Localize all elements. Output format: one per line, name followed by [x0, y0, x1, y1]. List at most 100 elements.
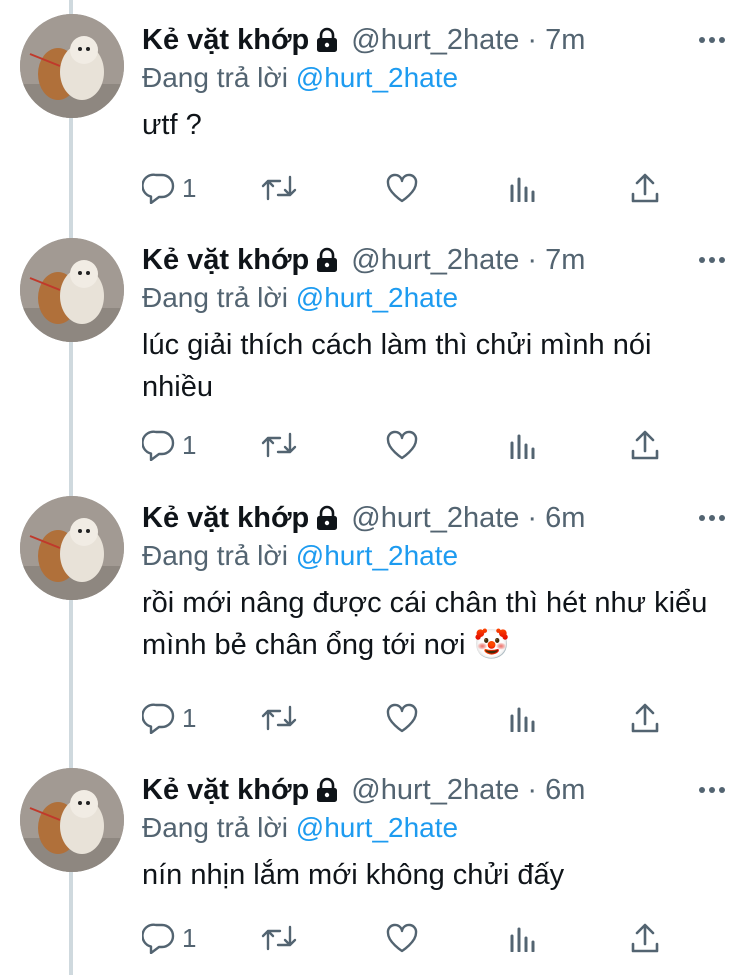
retweet-icon [260, 430, 298, 460]
share-button[interactable] [630, 425, 660, 465]
more-options-icon[interactable] [694, 24, 730, 56]
lock-icon [315, 27, 339, 53]
timestamp[interactable]: 7m [545, 244, 585, 277]
tweet[interactable]: Kẻ vặt khớp @hurt_2hate · 7m Đang trả lờ… [0, 0, 750, 225]
share-icon [630, 922, 660, 954]
replying-to-handle[interactable]: @hurt_2hate [296, 812, 458, 843]
replying-to-handle[interactable]: @hurt_2hate [296, 62, 458, 93]
reply-button[interactable]: 1 [142, 168, 196, 208]
avatar[interactable] [20, 496, 124, 600]
author-name[interactable]: Kẻ vặt khớp [142, 774, 309, 807]
action-bar: 1 [142, 168, 682, 208]
action-bar: 1 [142, 698, 682, 738]
replying-to-handle[interactable]: @hurt_2hate [296, 540, 458, 571]
separator: · [527, 773, 538, 806]
action-bar: 1 [142, 918, 682, 958]
heart-icon [385, 429, 419, 461]
analytics-button[interactable] [508, 168, 538, 208]
retweet-button[interactable] [260, 698, 298, 738]
timestamp[interactable]: 7m [545, 24, 585, 57]
author-name[interactable]: Kẻ vặt khớp [142, 502, 309, 535]
dog-photo [20, 14, 124, 118]
heart-icon [385, 922, 419, 954]
more-options-icon[interactable] [694, 244, 730, 276]
analytics-icon [508, 174, 538, 202]
avatar[interactable] [20, 238, 124, 342]
reply-button[interactable]: 1 [142, 425, 196, 465]
author-handle[interactable]: @hurt_2hate [351, 244, 519, 277]
like-button[interactable] [385, 698, 419, 738]
avatar[interactable] [20, 14, 124, 118]
replying-to: Đang trả lời @hurt_2hate [142, 62, 458, 94]
tweet-text: lúc giải thích cách làm thì chửi mình nó… [142, 329, 652, 403]
reply-count: 1 [182, 922, 197, 953]
avatar[interactable] [20, 768, 124, 872]
analytics-icon [508, 704, 538, 732]
reply-count: 1 [182, 702, 197, 733]
retweet-icon [260, 703, 298, 733]
dog-photo [20, 238, 124, 342]
tweet[interactable]: Kẻ vặt khớp @hurt_2hate · 7m Đang trả lờ… [0, 220, 750, 482]
heart-icon [385, 702, 419, 734]
retweet-icon [260, 173, 298, 203]
retweet-button[interactable] [260, 168, 298, 208]
separator: · [527, 243, 538, 276]
timestamp[interactable]: 6m [545, 774, 585, 807]
replying-label: Đang trả lời [142, 62, 288, 93]
author-handle[interactable]: @hurt_2hate [351, 502, 519, 535]
share-button[interactable] [630, 918, 660, 958]
tweet-text: nín nhịn lắm mới không chửi đấy [142, 859, 565, 891]
replying-to-handle[interactable]: @hurt_2hate [296, 282, 458, 313]
retweet-button[interactable] [260, 425, 298, 465]
analytics-icon [508, 431, 538, 459]
reply-button[interactable]: 1 [142, 918, 196, 958]
heart-icon [385, 172, 419, 204]
replying-label: Đang trả lời [142, 540, 288, 571]
separator: · [527, 23, 538, 56]
analytics-icon [508, 924, 538, 952]
retweet-icon [260, 923, 298, 953]
reply-icon [142, 429, 176, 461]
more-options-icon[interactable] [694, 774, 730, 806]
reply-icon [142, 172, 176, 204]
author-handle[interactable]: @hurt_2hate [351, 24, 519, 57]
timestamp[interactable]: 6m [545, 502, 585, 535]
share-button[interactable] [630, 698, 660, 738]
author-name[interactable]: Kẻ vặt khớp [142, 24, 309, 57]
replying-to: Đang trả lời @hurt_2hate [142, 282, 458, 314]
analytics-button[interactable] [508, 698, 538, 738]
lock-icon [315, 247, 339, 273]
share-button[interactable] [630, 168, 660, 208]
retweet-button[interactable] [260, 918, 298, 958]
lock-icon [315, 505, 339, 531]
share-icon [630, 172, 660, 204]
dog-photo [20, 768, 124, 872]
tweet-text: ưtf ? [142, 109, 202, 141]
like-button[interactable] [385, 168, 419, 208]
reply-count: 1 [182, 429, 197, 460]
like-button[interactable] [385, 918, 419, 958]
reply-icon [142, 702, 176, 734]
dog-photo [20, 496, 124, 600]
reply-count: 1 [182, 172, 197, 203]
replying-label: Đang trả lời [142, 812, 288, 843]
author-name[interactable]: Kẻ vặt khớp [142, 244, 309, 277]
like-button[interactable] [385, 425, 419, 465]
tweet[interactable]: Kẻ vặt khớp @hurt_2hate · 6m Đang trả lờ… [0, 750, 750, 975]
replying-to: Đang trả lời @hurt_2hate [142, 540, 458, 572]
author-handle[interactable]: @hurt_2hate [351, 774, 519, 807]
analytics-button[interactable] [508, 425, 538, 465]
lock-icon [315, 777, 339, 803]
reply-button[interactable]: 1 [142, 698, 196, 738]
separator: · [527, 501, 538, 534]
tweet-text: rồi mới nâng được cái chân thì hét như k… [142, 587, 708, 661]
share-icon [630, 429, 660, 461]
action-bar: 1 [142, 425, 682, 465]
replying-label: Đang trả lời [142, 282, 288, 313]
reply-icon [142, 922, 176, 954]
more-options-icon[interactable] [694, 502, 730, 534]
tweet[interactable]: Kẻ vặt khớp @hurt_2hate · 6m Đang trả lờ… [0, 478, 750, 748]
analytics-button[interactable] [508, 918, 538, 958]
share-icon [630, 702, 660, 734]
replying-to: Đang trả lời @hurt_2hate [142, 812, 458, 844]
